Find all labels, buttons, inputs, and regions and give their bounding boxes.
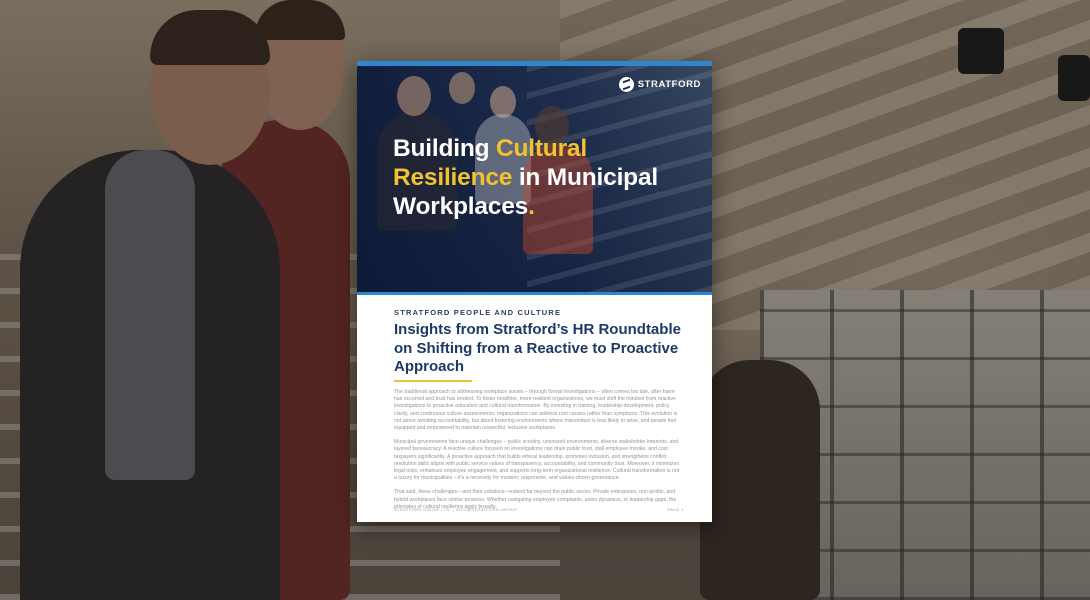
title-highlight: Cultural: [495, 135, 587, 162]
title-text: in Municipal: [512, 164, 658, 191]
logo-text: STRATFORD: [637, 79, 701, 90]
hero-person: [449, 72, 475, 104]
hero-banner: STRATFORD Building Cultural Resilience i…: [357, 66, 712, 292]
subhead-underline: [394, 380, 472, 382]
document-page: STRATFORD Building Cultural Resilience i…: [357, 61, 712, 522]
document-footer: STRATFORD GROUP LTD. | INFO@STRATFORD.GR…: [394, 507, 684, 515]
section-kicker: STRATFORD PEOPLE AND CULTURE: [394, 308, 562, 317]
stratford-logo: STRATFORD: [618, 77, 701, 92]
title-highlight: Resilience: [393, 164, 513, 191]
title-text: Workplaces: [393, 193, 529, 220]
document-body: The traditional approach to addressing w…: [394, 389, 680, 518]
body-paragraph: Municipal governments face unique challe…: [394, 439, 680, 482]
hero-person: [490, 86, 516, 118]
title-text: Building: [393, 135, 496, 162]
footer-contact: STRATFORD GROUP LTD. | INFO@STRATFORD.GR…: [394, 507, 518, 512]
bottom-accent-bar: [357, 292, 712, 295]
document-title: Building Cultural Resilience in Municipa…: [393, 134, 703, 221]
stratford-logo-icon: [618, 77, 634, 92]
hero-person: [397, 76, 431, 116]
title-period: .: [528, 193, 535, 220]
page-number: PAGE 1: [667, 507, 684, 512]
body-paragraph: The traditional approach to addressing w…: [394, 389, 678, 432]
document-subhead: Insights from Stratford’s HR Roundtable …: [394, 321, 681, 375]
